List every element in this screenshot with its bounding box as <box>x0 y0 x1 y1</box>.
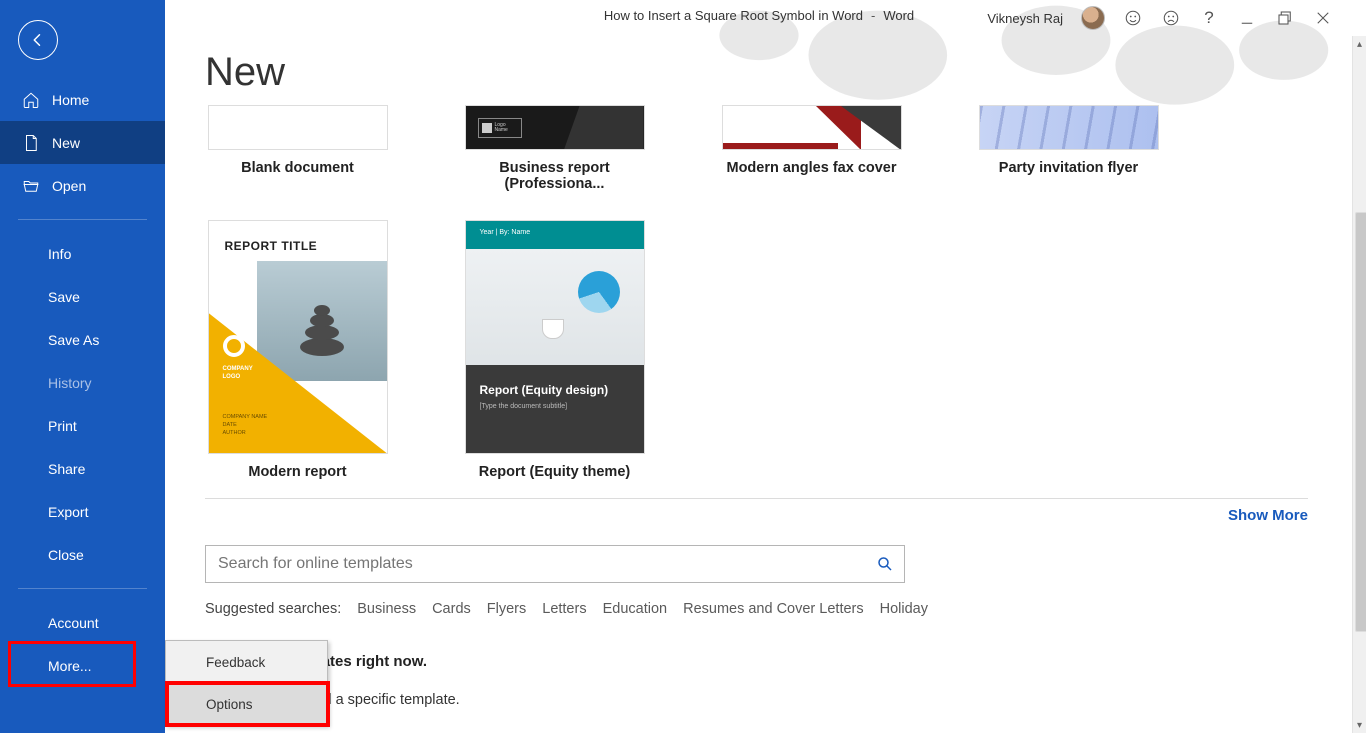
thumb-text: COMPANY NAME DATE AUTHOR <box>223 413 268 437</box>
nav-close[interactable]: Close <box>0 533 165 576</box>
nav-home-label: Home <box>52 92 89 108</box>
suggested-tag[interactable]: Flyers <box>487 601 526 617</box>
template-business-report[interactable]: LogoName Business report (Professiona... <box>462 105 647 192</box>
suggested-tag[interactable]: Cards <box>432 601 471 617</box>
template-label: Modern report <box>248 464 346 480</box>
thumb-text: COMPANY LOGO <box>223 365 253 381</box>
template-thumb <box>722 105 902 150</box>
suggested-tag[interactable]: Education <box>603 601 668 617</box>
suggested-tag[interactable]: Resumes and Cover Letters <box>683 601 864 617</box>
page-title: New <box>205 50 1326 95</box>
more-popup-menu: Feedback Options <box>165 640 328 726</box>
template-row-1: Blank document LogoName Business report … <box>205 105 1326 192</box>
nav-new[interactable]: New <box>0 121 165 164</box>
folder-open-icon <box>22 177 40 195</box>
nav-save-as[interactable]: Save As <box>0 318 165 361</box>
nav-home[interactable]: Home <box>0 78 165 121</box>
sidebar-separator <box>18 219 147 220</box>
suggested-label: Suggested searches: <box>205 601 341 617</box>
thumb-text: REPORT TITLE <box>225 239 318 253</box>
status-message-2: e search box to find a specific template… <box>205 692 1326 708</box>
nav-print[interactable]: Print <box>0 404 165 447</box>
nav-share[interactable]: Share <box>0 447 165 490</box>
thumb-text: Report (Equity design) <box>480 383 630 397</box>
template-thumb: Year | By: Name Report (Equity design) [… <box>465 220 645 454</box>
template-search <box>205 545 905 583</box>
scroll-up-button[interactable]: ▴ <box>1353 36 1366 52</box>
template-label: Party invitation flyer <box>999 160 1138 176</box>
status-message-1: any Office templates right now. <box>205 653 1326 670</box>
suggested-tag[interactable]: Business <box>357 601 416 617</box>
template-thumb <box>208 105 388 150</box>
nav-export[interactable]: Export <box>0 490 165 533</box>
sidebar-separator <box>18 588 147 589</box>
show-more-link[interactable]: Show More <box>1228 507 1308 524</box>
nav-more-label: More... <box>48 658 92 674</box>
template-label: Business report (Professiona... <box>462 160 647 192</box>
template-equity-report[interactable]: Year | By: Name Report (Equity design) [… <box>462 220 647 480</box>
scroll-track[interactable] <box>1353 52 1366 717</box>
popup-item-feedback[interactable]: Feedback <box>166 641 327 683</box>
template-label: Blank document <box>241 160 354 176</box>
document-icon <box>22 134 40 152</box>
suggested-tag[interactable]: Letters <box>542 601 586 617</box>
thumb-text: [Type the document subtitle] <box>480 403 630 410</box>
backstage-sidebar: Home New Open Info Save Save As History … <box>0 0 165 733</box>
search-icon <box>876 555 894 573</box>
template-party-flyer[interactable]: Party invitation flyer <box>976 105 1161 192</box>
template-label: Report (Equity theme) <box>479 464 630 480</box>
template-blank-document[interactable]: Blank document <box>205 105 390 192</box>
nav-info[interactable]: Info <box>0 232 165 275</box>
template-thumb <box>979 105 1159 150</box>
search-button[interactable] <box>866 546 904 582</box>
scroll-thumb[interactable] <box>1355 212 1366 632</box>
popup-item-options[interactable]: Options <box>166 683 327 725</box>
nav-history: History <box>0 361 165 404</box>
show-more-row: Show More <box>205 507 1308 525</box>
nav-more[interactable]: More... <box>0 644 165 687</box>
thumb-text: Year | By: Name <box>466 221 644 249</box>
nav-account[interactable]: Account <box>0 601 165 644</box>
home-icon <box>22 91 40 109</box>
suggested-searches: Suggested searches: Business Cards Flyer… <box>205 601 1326 617</box>
nav-open-label: Open <box>52 178 86 194</box>
divider <box>205 498 1308 499</box>
arrow-left-icon <box>29 31 47 49</box>
template-modern-fax[interactable]: Modern angles fax cover <box>719 105 904 192</box>
back-button[interactable] <box>18 20 58 60</box>
scroll-down-button[interactable]: ▾ <box>1353 717 1366 733</box>
search-input[interactable] <box>206 555 866 573</box>
template-thumb: LogoName <box>465 105 645 150</box>
template-thumb: REPORT TITLE COMPANY LOGO COMPANY NAME D… <box>208 220 388 454</box>
template-modern-report[interactable]: REPORT TITLE COMPANY LOGO COMPANY NAME D… <box>205 220 390 480</box>
suggested-tag[interactable]: Holiday <box>880 601 928 617</box>
vertical-scrollbar[interactable]: ▴ ▾ <box>1352 36 1366 733</box>
nav-save[interactable]: Save <box>0 275 165 318</box>
template-row-2: REPORT TITLE COMPANY LOGO COMPANY NAME D… <box>205 220 1326 480</box>
template-label: Modern angles fax cover <box>726 160 896 176</box>
nav-open[interactable]: Open <box>0 164 165 207</box>
nav-new-label: New <box>52 135 80 151</box>
content-area: New Blank document LogoName Business rep… <box>165 0 1366 733</box>
